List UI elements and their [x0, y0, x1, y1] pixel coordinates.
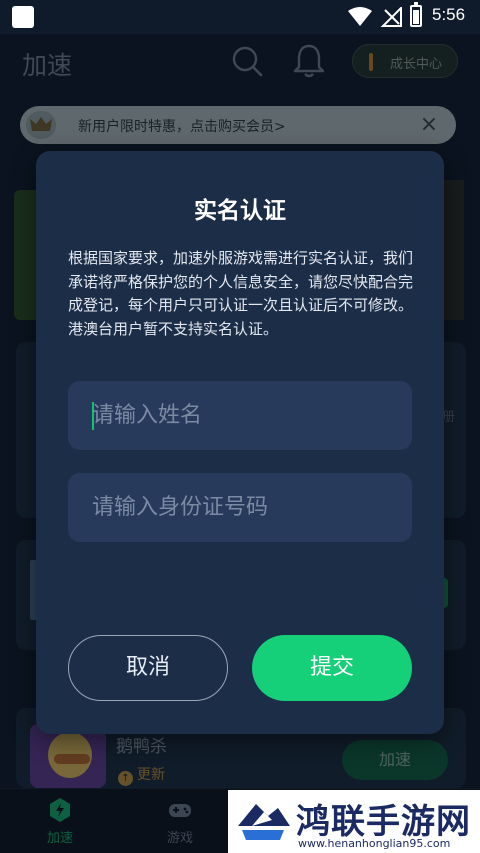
- text-caret: [92, 402, 94, 430]
- name-input[interactable]: 请输入姓名: [68, 381, 412, 450]
- dialog-description: 根据国家要求，加速外服游戏需进行实名认证，我们承诺将严格保护您的个人信息安全，请…: [68, 249, 414, 338]
- status-bar: 5:56: [0, 0, 480, 34]
- watermark-url: www.henanhonglian95.com: [298, 837, 451, 850]
- battery-icon: [410, 2, 422, 27]
- cancel-button[interactable]: 取消: [68, 635, 228, 701]
- signal-icon: [380, 7, 402, 27]
- bull-logo-icon: [238, 804, 290, 840]
- id-placeholder: 请输入身份证号码: [92, 495, 269, 520]
- notification-icon: [12, 6, 34, 28]
- id-number-input[interactable]: 请输入身份证号码: [68, 473, 412, 542]
- submit-button[interactable]: 提交: [252, 635, 412, 701]
- name-placeholder: 请输入姓名: [92, 403, 203, 428]
- verification-dialog: 实名认证 根据国家要求，加速外服游戏需进行实名认证，我们承诺将严格保护您的个人信…: [36, 151, 444, 734]
- status-time: 5:56: [432, 5, 466, 24]
- watermark: 鸿联手游网 www.henanhonglian95.com: [228, 790, 480, 853]
- watermark-title: 鸿联手游网: [296, 802, 471, 842]
- wifi-icon: [348, 7, 372, 26]
- dialog-title: 实名认证: [194, 198, 286, 224]
